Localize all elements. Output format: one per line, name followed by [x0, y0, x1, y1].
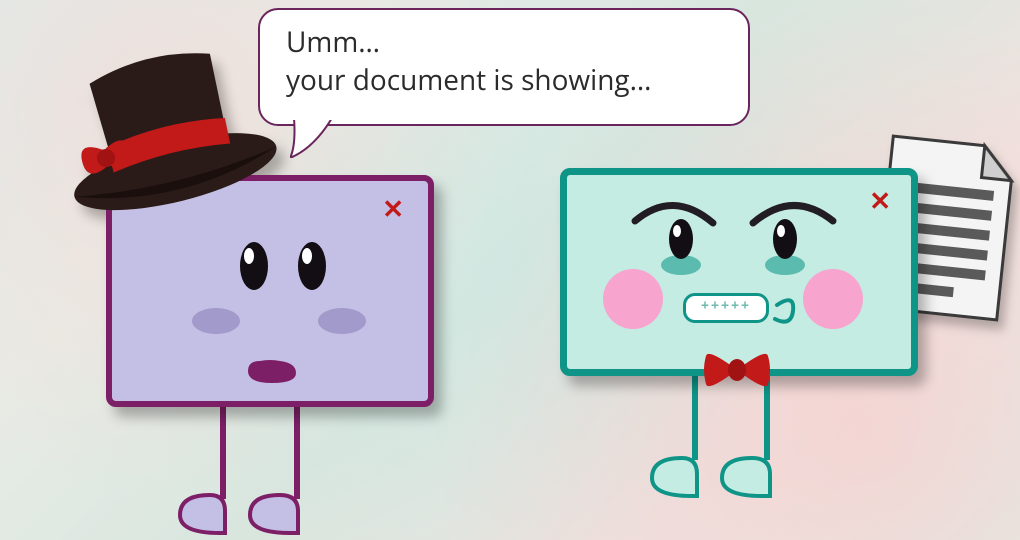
grimace-mouth: +++++: [683, 293, 769, 323]
right-char-body: ✕: [560, 168, 918, 376]
right-char-face: [585, 181, 895, 361]
speech-line-1: Umm…: [286, 24, 722, 62]
character-window-left: ✕: [60, 75, 440, 535]
illustration-stage: Umm… your document is showing… ✕: [0, 0, 1020, 540]
left-char-face: [152, 211, 392, 391]
bowtie-icon: [702, 348, 772, 392]
character-window-right: ✕: [540, 150, 970, 540]
